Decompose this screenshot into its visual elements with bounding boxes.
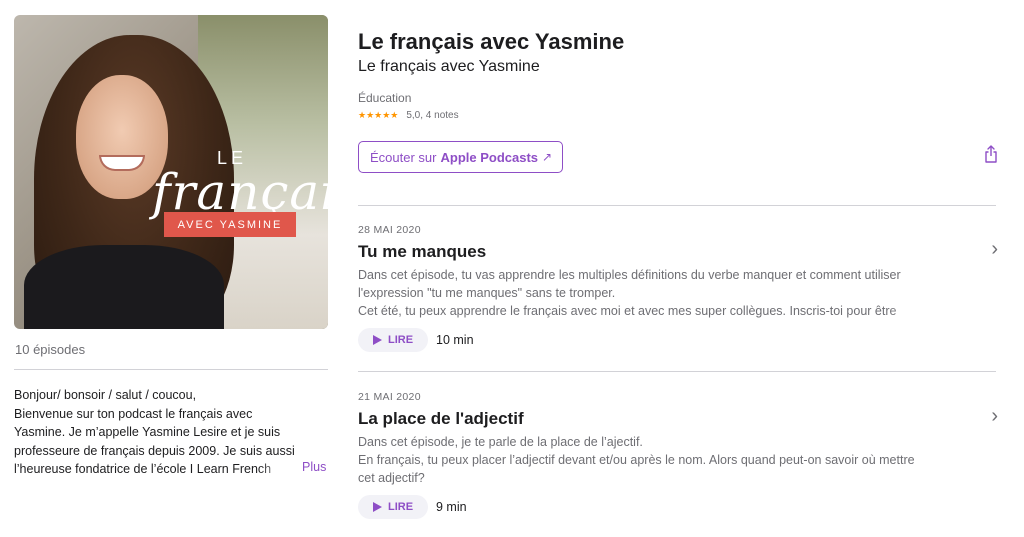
podcast-category: Éducation (358, 91, 412, 105)
episode-item[interactable]: 28 MAI 2020 Tu me manques Dans cet épiso… (358, 224, 1002, 352)
play-label: LIRE (387, 501, 414, 513)
listen-prefix: Écouter sur (370, 149, 437, 165)
podcast-author[interactable]: Le français avec Yasmine (358, 58, 540, 76)
episode-description-line: Dans cet épisode, tu vas apprendre les m… (358, 268, 901, 282)
listen-on-apple-podcasts-button[interactable]: Écouter sur Apple Podcasts ↗ (358, 141, 563, 173)
episode-title[interactable]: Tu me manques (358, 242, 1002, 262)
episode-description-line: Dans cet épisode, je te parle de la plac… (358, 435, 643, 449)
episode-duration: 10 min (436, 333, 474, 347)
episode-divider (358, 371, 996, 372)
rating-stars: ★★★★★ (358, 110, 399, 120)
play-button[interactable]: LIRE (358, 495, 428, 519)
episode-description-line: En français, tu peux placer l’adjectif d… (358, 453, 915, 467)
episode-date: 28 MAI 2020 (358, 224, 421, 236)
share-icon[interactable] (984, 145, 998, 163)
artwork-portrait-shirt (24, 245, 224, 329)
episode-divider (358, 205, 996, 206)
episode-actions: LIRE 9 min (358, 495, 1002, 519)
chevron-right-icon[interactable]: › (991, 405, 998, 428)
rating: ★★★★★ 5,0, 4 notes (358, 110, 459, 121)
description-line: Bonjour/ bonsoir / salut / coucou, (14, 388, 197, 402)
episode-description-line: cet adjectif? (358, 471, 425, 485)
episode-description: Dans cet épisode, tu vas apprendre les m… (358, 266, 958, 320)
description-fade (258, 457, 298, 477)
play-label: LIRE (387, 334, 414, 346)
podcast-title: Le français avec Yasmine (358, 29, 625, 54)
rating-text: 5,0, 4 notes (406, 110, 459, 121)
description-line: Bienvenue sur ton podcast le français av… (14, 406, 253, 421)
episode-duration: 9 min (436, 500, 467, 514)
episode-date: 21 MAI 2020 (358, 391, 421, 403)
play-icon (372, 502, 382, 512)
artwork-logo-banner: AVEC YASMINE (164, 212, 296, 237)
episode-description-line: l'expression "tu me manques" sans te tro… (358, 286, 616, 300)
episode-actions: LIRE 10 min (358, 328, 1002, 352)
play-button[interactable]: LIRE (358, 328, 428, 352)
external-arrow-icon: ↗ (542, 150, 553, 164)
episode-item[interactable]: 21 MAI 2020 La place de l'adjectif Dans … (358, 391, 1002, 519)
episodes-count: 10 épisodes (15, 342, 86, 357)
podcast-artwork: LE français AVEC YASMINE (14, 15, 328, 329)
chevron-right-icon[interactable]: › (991, 238, 998, 261)
play-icon (372, 335, 382, 345)
episode-title[interactable]: La place de l'adjectif (358, 409, 1002, 429)
listen-brand: Apple Podcasts (440, 149, 539, 165)
description-line: Yasmine. Je m’appelle Yasmine Lesire et … (14, 425, 281, 439)
more-link[interactable]: Plus (302, 460, 326, 474)
episode-description: Dans cet épisode, je te parle de la plac… (358, 433, 958, 487)
sidebar-divider (14, 369, 328, 370)
episode-description-line: Cet été, tu peux apprendre le français a… (358, 304, 897, 318)
